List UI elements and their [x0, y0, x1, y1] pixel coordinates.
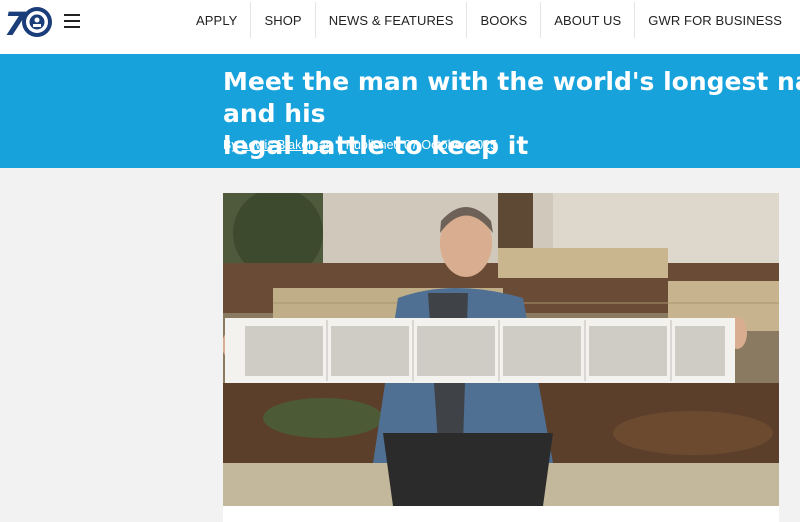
byline: By Lewis Blakeman Published 07 October 2… — [223, 134, 497, 156]
nav-books[interactable]: BOOKS — [467, 2, 542, 38]
hamburger-menu-icon[interactable] — [64, 14, 80, 30]
main-nav: APPLY SHOP NEWS & FEATURES BOOKS ABOUT U… — [183, 2, 795, 38]
byline-prefix: By — [223, 138, 238, 152]
nav-about-us[interactable]: ABOUT US — [541, 2, 636, 38]
nav-apply[interactable]: APPLY — [183, 2, 252, 38]
byline-divider — [338, 135, 340, 155]
nav-news-features[interactable]: NEWS & FEATURES — [316, 2, 468, 38]
article-photo — [223, 193, 779, 506]
nav-shop[interactable]: SHOP — [251, 2, 316, 38]
author-link[interactable]: Lewis Blakeman — [242, 138, 333, 152]
site-header: 7 APPLY SHOP NEWS & FEATURES BOOKS ABOUT… — [0, 0, 800, 54]
article-hero: Meet the man with the world's longest na… — [0, 54, 800, 168]
gwr-70-logo-icon[interactable]: 7 — [4, 4, 54, 43]
article-body-start — [223, 506, 779, 522]
nav-gwr-for-business[interactable]: GWR FOR BUSINESS — [635, 2, 795, 38]
published-date: Published 07 October 2025 — [345, 138, 498, 152]
